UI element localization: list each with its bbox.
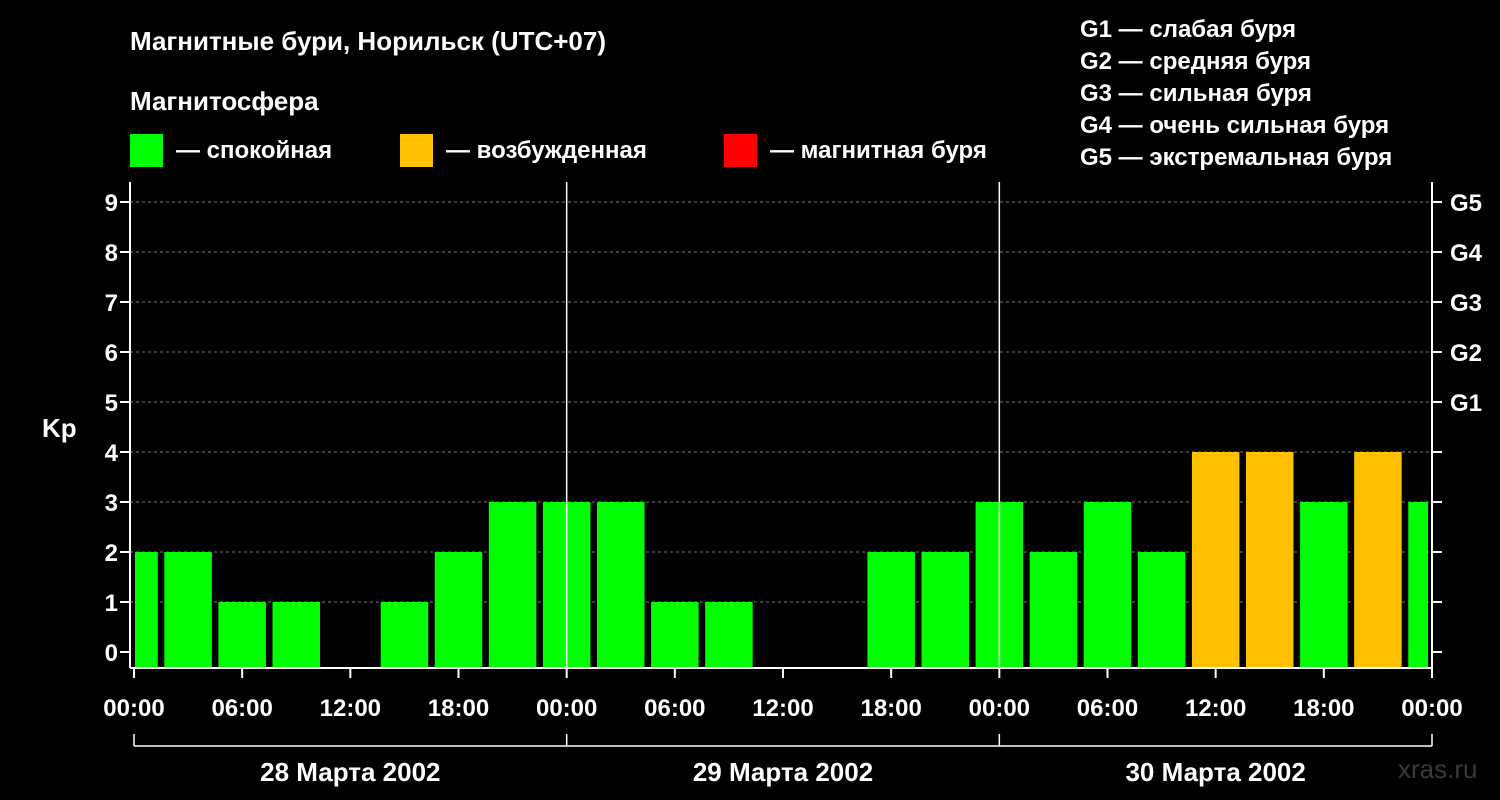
kp-bar [1246, 452, 1294, 668]
kp-bar [272, 602, 320, 668]
x-tick-label: 18:00 [1293, 695, 1354, 722]
g-level-label: G3 [1450, 290, 1482, 317]
kp-bar [1408, 502, 1428, 668]
x-tick-label: 00:00 [1401, 695, 1462, 722]
kp-bar [1300, 502, 1348, 668]
y-axis-label: Kp [42, 413, 77, 443]
x-tick-label: 12:00 [752, 695, 813, 722]
kp-bar [1083, 502, 1132, 668]
x-tick-label: 18:00 [860, 695, 921, 722]
kp-bar [651, 602, 699, 668]
y-tick-label: 1 [105, 590, 118, 617]
legend-label-active: — возбужденная [446, 137, 647, 164]
x-tick-label: 00:00 [536, 695, 597, 722]
x-tick-label: 06:00 [1077, 695, 1138, 722]
g-scale-g3: G3 — сильная буря [1080, 80, 1312, 107]
kp-bar [434, 552, 483, 668]
x-tick-label: 06:00 [644, 695, 705, 722]
y-tick-label: 6 [105, 340, 118, 367]
kp-bar [1191, 452, 1240, 668]
x-tick-label: 12:00 [1185, 695, 1246, 722]
g-level-label: G4 [1450, 240, 1483, 267]
kp-bar [164, 552, 212, 668]
kp-bar [1029, 552, 1078, 668]
y-tick-label: 3 [105, 490, 118, 517]
legend-heading: Магнитосфера [130, 86, 319, 116]
legend-label-storm: — магнитная буря [770, 137, 987, 164]
legend-swatch-storm [724, 134, 757, 167]
bar-layer [135, 452, 1428, 668]
y-tick-label: 5 [105, 390, 118, 417]
x-tick-label: 00:00 [103, 695, 164, 722]
y-tick-label: 2 [105, 540, 118, 567]
kp-bar [488, 502, 537, 668]
kp-bar [380, 602, 429, 668]
x-tick-label: 12:00 [320, 695, 381, 722]
g-scale-g5: G5 — экстремальная буря [1080, 144, 1392, 171]
kp-bar [135, 552, 158, 668]
legend-label-quiet: — спокойная [176, 137, 332, 164]
date-label: 30 Марта 2002 [1125, 757, 1305, 787]
g-scale-g1: G1 — слабая буря [1080, 16, 1296, 43]
y-tick-label: 4 [105, 440, 119, 467]
g-level-label: G5 [1450, 190, 1482, 217]
kp-bar [867, 552, 915, 668]
g-level-label: G1 [1450, 390, 1482, 417]
date-label: 28 Марта 2002 [260, 757, 440, 787]
kp-bar [705, 602, 753, 668]
kp-bar [921, 552, 969, 668]
legend-swatch-active [400, 134, 433, 167]
chart-title: Магнитные бури, Норильск (UTC+07) [130, 26, 606, 56]
g-level-label: G2 [1450, 340, 1482, 367]
g-scale-g2: G2 — средняя буря [1080, 48, 1311, 75]
kp-bar [218, 602, 266, 668]
kp-chart: Магнитные бури, Норильск (UTC+07) Магнит… [42, 16, 1483, 787]
x-tick-label: 00:00 [969, 695, 1030, 722]
kp-bar [1137, 552, 1186, 668]
y-tick-label: 7 [105, 290, 118, 317]
y-tick-label: 8 [105, 240, 118, 267]
legend-swatch-quiet [130, 134, 163, 167]
x-tick-label: 18:00 [428, 695, 489, 722]
g-scale-g4: G4 — очень сильная буря [1080, 112, 1389, 139]
credit-text: xras.ru [1398, 754, 1477, 784]
kp-bar [1354, 452, 1402, 668]
kp-bar [597, 502, 645, 668]
x-tick-label: 06:00 [211, 695, 272, 722]
y-tick-label: 0 [105, 640, 118, 667]
y-tick-label: 9 [105, 190, 118, 217]
date-label: 29 Марта 2002 [693, 757, 873, 787]
